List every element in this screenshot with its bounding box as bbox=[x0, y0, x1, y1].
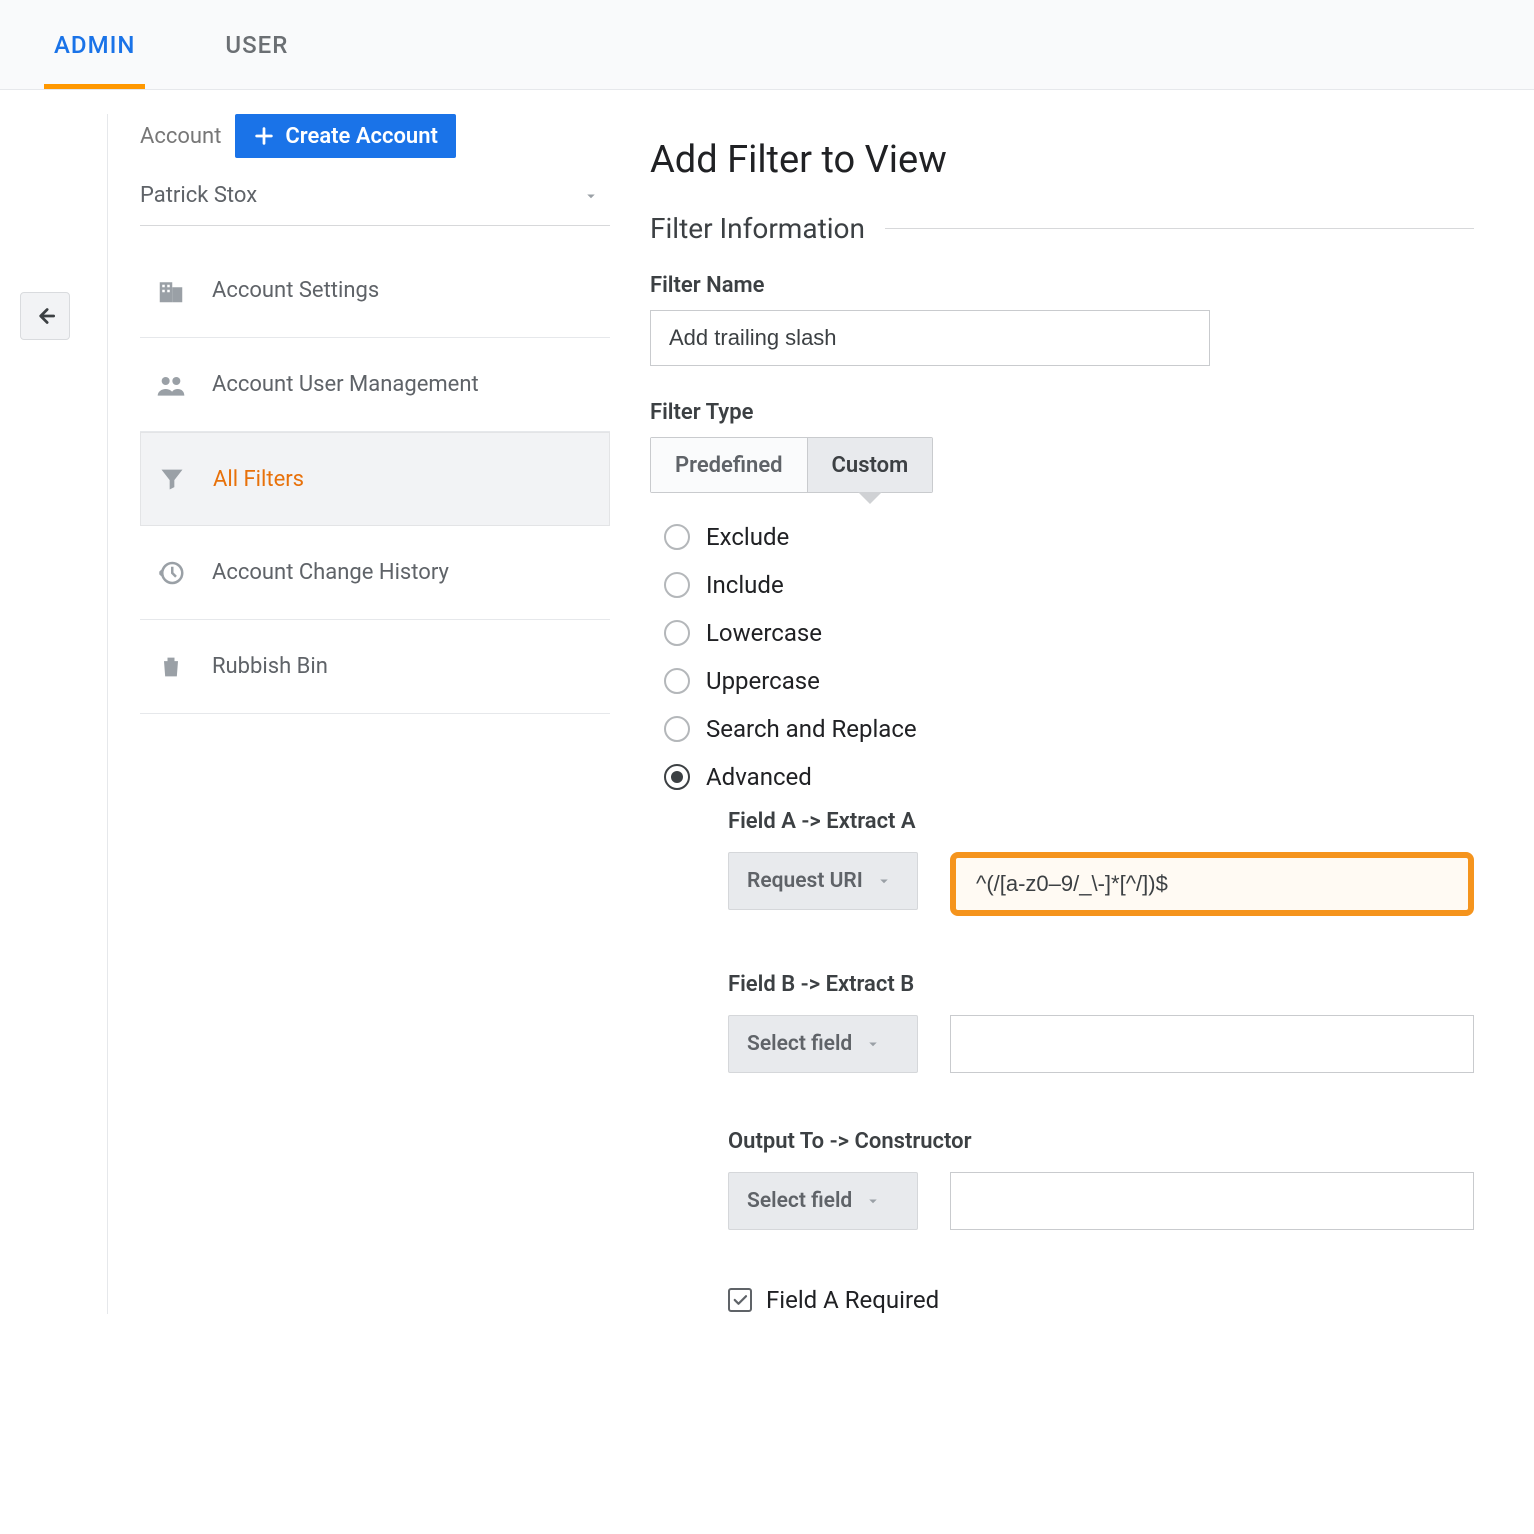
field-a-label: Field A -> Extract A bbox=[728, 809, 1474, 834]
filter-name-input[interactable] bbox=[650, 310, 1210, 366]
sidebar-item-all-filters[interactable]: All Filters bbox=[140, 432, 610, 526]
radio-label: Search and Replace bbox=[706, 715, 917, 743]
field-a-pattern-input[interactable] bbox=[958, 860, 1466, 908]
tab-user[interactable]: USER bbox=[225, 0, 288, 89]
field-b-select[interactable]: Select field bbox=[728, 1015, 918, 1073]
sidebar-item-label: Account User Management bbox=[212, 372, 479, 397]
history-icon bbox=[154, 556, 188, 590]
radio-exclude[interactable]: Exclude bbox=[664, 523, 1474, 551]
radio-lowercase[interactable]: Lowercase bbox=[664, 619, 1474, 647]
dropdown-value: Request URI bbox=[747, 869, 863, 893]
radio-uppercase[interactable]: Uppercase bbox=[664, 667, 1474, 695]
field-a-required-checkbox[interactable]: Field A Required bbox=[650, 1286, 1474, 1314]
page-title: Add Filter to View bbox=[650, 138, 1474, 182]
dropdown-value: Select field bbox=[747, 1032, 852, 1056]
back-button[interactable] bbox=[20, 292, 70, 340]
account-label: Account bbox=[140, 124, 221, 149]
filter-type-segments: Predefined Custom bbox=[650, 437, 933, 493]
field-a-select[interactable]: Request URI bbox=[728, 852, 918, 910]
radio-advanced[interactable]: Advanced bbox=[664, 763, 1474, 791]
create-account-button[interactable]: Create Account bbox=[235, 114, 456, 158]
radio-include[interactable]: Include bbox=[664, 571, 1474, 599]
chevron-down-icon bbox=[864, 1035, 882, 1053]
sidebar: Account Create Account Patrick Stox Acco… bbox=[140, 114, 610, 1314]
tab-admin[interactable]: ADMIN bbox=[54, 0, 135, 89]
field-a-highlight bbox=[950, 852, 1474, 916]
filter-name-label: Filter Name bbox=[650, 273, 1474, 298]
field-b-label: Field B -> Extract B bbox=[728, 972, 1474, 997]
sidebar-item-account-settings[interactable]: Account Settings bbox=[140, 244, 610, 338]
advanced-options: Field A -> Extract A Request URI Field B… bbox=[650, 809, 1474, 1230]
dropdown-value: Select field bbox=[747, 1189, 852, 1213]
plus-icon bbox=[253, 125, 275, 147]
sidebar-item-label: Account Settings bbox=[212, 278, 379, 303]
sidebar-item-rubbish-bin[interactable]: Rubbish Bin bbox=[140, 620, 610, 714]
section-filter-information: Filter Information bbox=[650, 212, 865, 245]
radio-label: Lowercase bbox=[706, 619, 822, 647]
filter-type-label: Filter Type bbox=[650, 400, 1474, 425]
account-selector[interactable]: Patrick Stox bbox=[140, 166, 610, 226]
users-icon bbox=[154, 368, 188, 402]
checkbox-box bbox=[728, 1288, 752, 1312]
radio-label: Include bbox=[706, 571, 784, 599]
divider bbox=[885, 228, 1474, 229]
sidebar-item-label: Rubbish Bin bbox=[212, 654, 328, 679]
back-arrow-icon bbox=[32, 303, 58, 329]
sidebar-item-label: All Filters bbox=[213, 467, 304, 492]
checkbox-label: Field A Required bbox=[766, 1286, 939, 1314]
custom-filter-radios: Exclude Include Lowercase Uppercase Sear… bbox=[650, 523, 1474, 791]
radio-label: Uppercase bbox=[706, 667, 820, 695]
top-tabs: ADMIN USER bbox=[0, 0, 1534, 90]
funnel-icon bbox=[155, 462, 189, 496]
chevron-down-icon bbox=[582, 187, 600, 205]
output-select[interactable]: Select field bbox=[728, 1172, 918, 1230]
chevron-down-icon bbox=[864, 1192, 882, 1210]
account-name: Patrick Stox bbox=[140, 183, 257, 208]
output-pattern-input[interactable] bbox=[950, 1172, 1474, 1230]
radio-label: Advanced bbox=[706, 763, 812, 791]
field-b-pattern-input[interactable] bbox=[950, 1015, 1474, 1073]
back-column bbox=[48, 114, 108, 1314]
output-to-label: Output To -> Constructor bbox=[728, 1129, 1474, 1154]
check-icon bbox=[731, 1291, 749, 1309]
trash-icon bbox=[154, 650, 188, 684]
sidebar-item-user-management[interactable]: Account User Management bbox=[140, 338, 610, 432]
radio-search-replace[interactable]: Search and Replace bbox=[664, 715, 1474, 743]
sidebar-item-change-history[interactable]: Account Change History bbox=[140, 526, 610, 620]
segment-predefined[interactable]: Predefined bbox=[651, 438, 807, 492]
main-content: Add Filter to View Filter Information Fi… bbox=[610, 114, 1534, 1314]
create-account-label: Create Account bbox=[285, 124, 438, 149]
sidebar-nav: Account Settings Account User Management… bbox=[140, 244, 610, 714]
chevron-down-icon bbox=[875, 872, 893, 890]
sidebar-item-label: Account Change History bbox=[212, 560, 449, 585]
segment-custom[interactable]: Custom bbox=[807, 438, 933, 492]
building-icon bbox=[154, 274, 188, 308]
radio-label: Exclude bbox=[706, 523, 789, 551]
